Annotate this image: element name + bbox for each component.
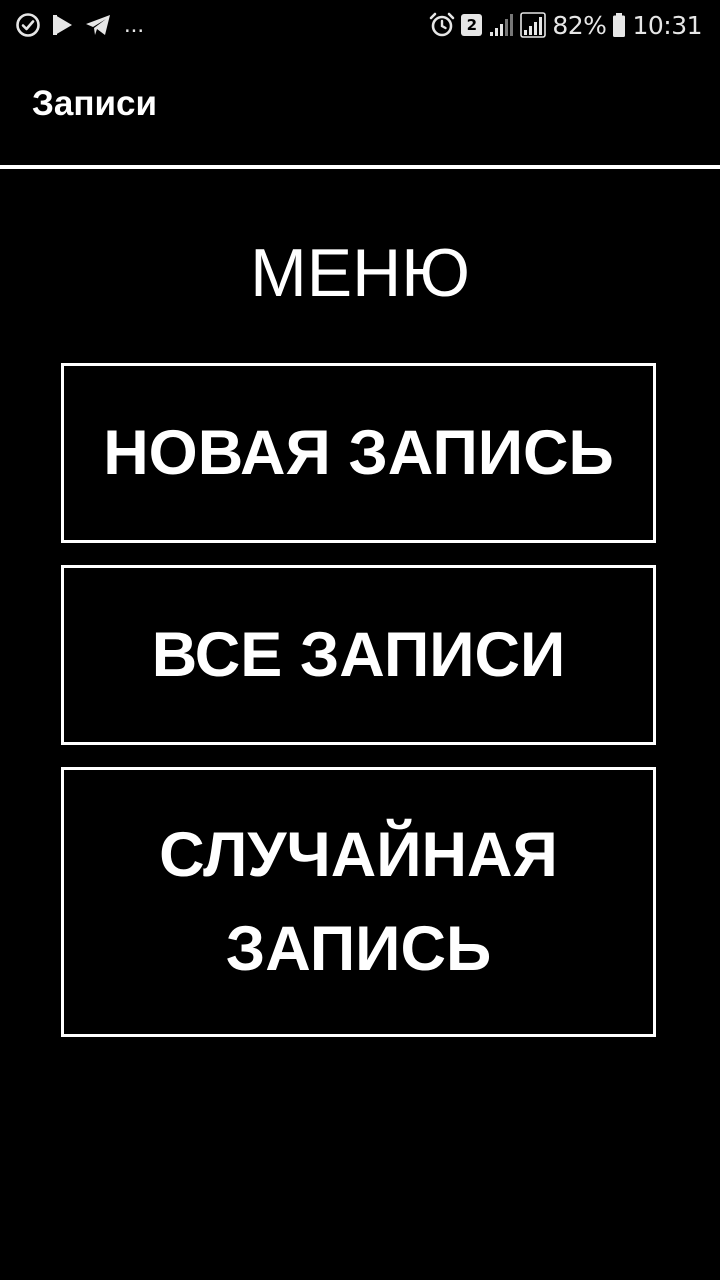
all-records-button[interactable]: ВСЕ ЗАПИСИ xyxy=(61,565,656,745)
menu-heading: МЕНЮ xyxy=(250,235,470,311)
clock-time: 10:31 xyxy=(632,10,702,40)
system-icons: 2 82% 10:31 xyxy=(429,9,702,41)
play-icon xyxy=(52,13,74,37)
status-bar: ... 2 82% 10:31 xyxy=(0,0,720,50)
alarm-clock-icon xyxy=(429,12,455,38)
random-record-button[interactable]: СЛУЧАЙНАЯ ЗАПИСЬ xyxy=(61,767,656,1037)
battery-icon xyxy=(612,12,626,38)
page-title: Записи xyxy=(32,84,158,123)
random-record-button-label: СЛУЧАЙНАЯ ЗАПИСЬ xyxy=(159,820,558,984)
app-bar-divider xyxy=(0,165,720,169)
more-notifications-indicator: ... xyxy=(124,11,145,38)
app-bar: Записи xyxy=(0,50,720,166)
all-records-button-label: ВСЕ ЗАПИСИ xyxy=(151,620,566,690)
new-record-button[interactable]: НОВАЯ ЗАПИСЬ xyxy=(61,363,656,543)
battery-percent: 82% xyxy=(552,10,607,40)
new-record-button-label: НОВАЯ ЗАПИСЬ xyxy=(103,418,614,488)
notification-icons: ... xyxy=(14,9,144,41)
signal-strength-icon-sim1 xyxy=(488,12,514,38)
signal-strength-icon-sim2 xyxy=(520,12,547,38)
sim-slot-badge: 2 xyxy=(461,14,483,36)
telegram-icon xyxy=(84,13,112,37)
alarm-check-icon xyxy=(14,11,42,39)
